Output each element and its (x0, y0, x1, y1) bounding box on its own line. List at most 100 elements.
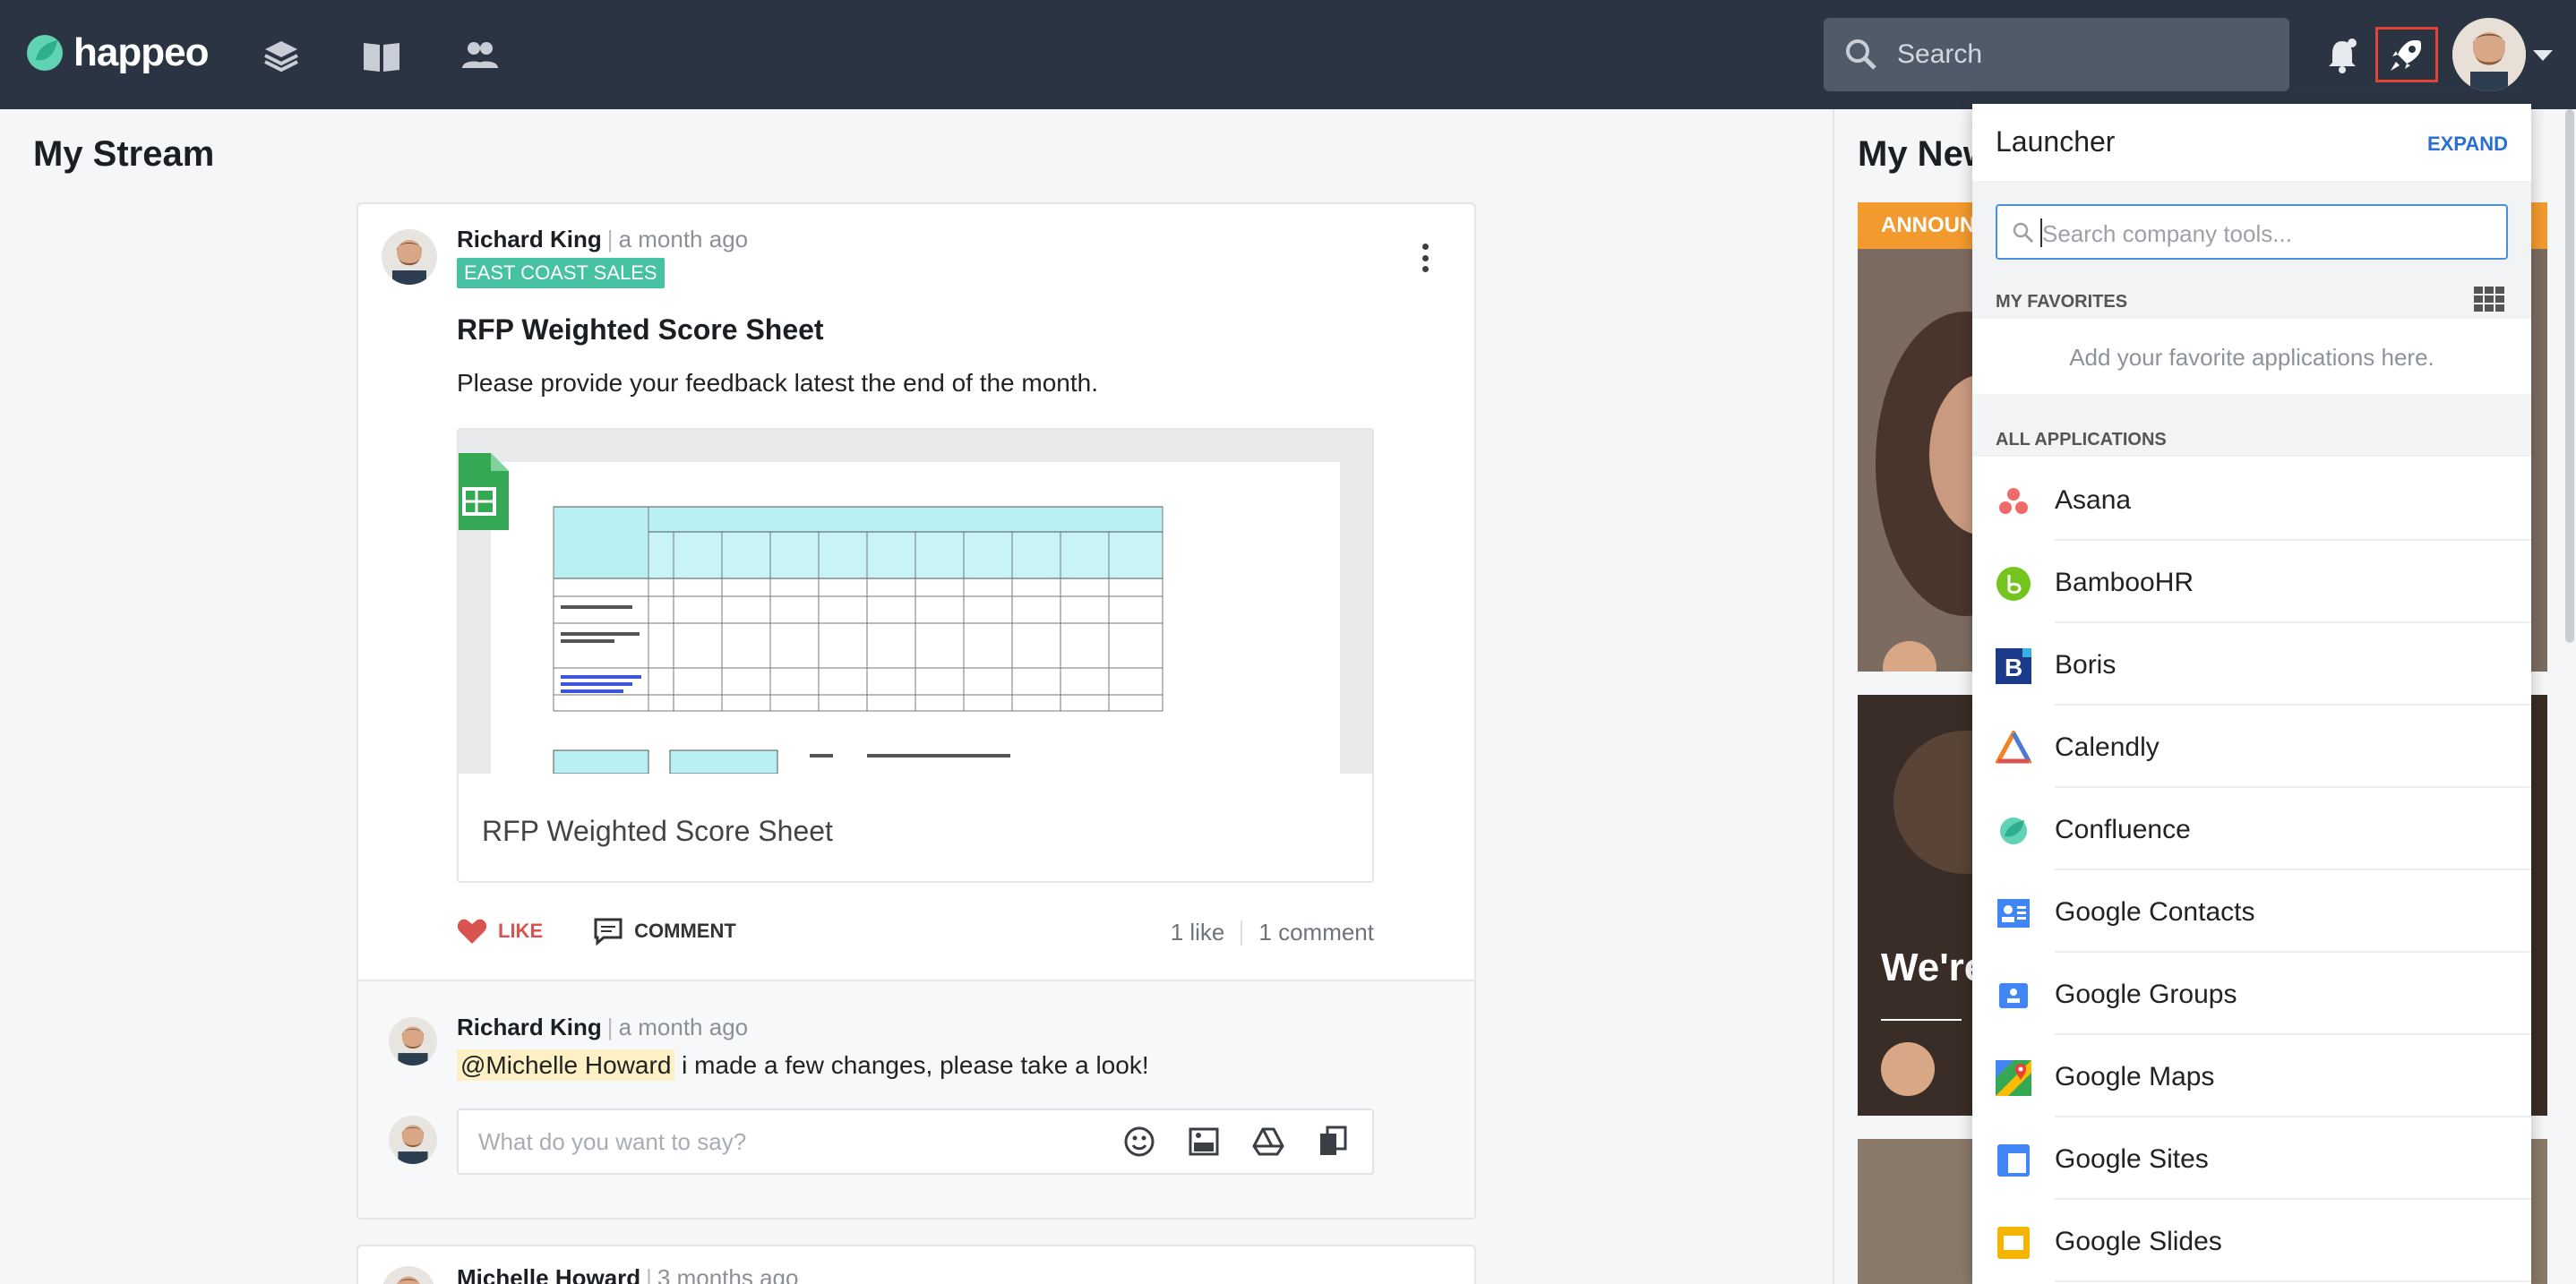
svg-text:B: B (2005, 654, 2022, 681)
user-avatar[interactable] (2452, 18, 2526, 91)
emoji-icon[interactable] (1123, 1125, 1155, 1159)
launcher-panel: Launcher EXPAND Search company tools... … (1972, 104, 2531, 1284)
comment-body: i made a few changes, please take a look… (674, 1051, 1149, 1079)
attachment-icon[interactable] (1317, 1125, 1349, 1159)
bell-icon[interactable] (2322, 34, 2363, 77)
like-label: LIKE (498, 920, 544, 942)
next-author-avatar[interactable] (382, 1266, 435, 1284)
post-title: RFP Weighted Score Sheet (457, 313, 824, 346)
favorites-label: MY FAVORITES (1996, 292, 2128, 312)
comment-author[interactable]: Richard King (457, 1014, 602, 1040)
chevron-down-icon[interactable] (2533, 50, 2553, 61)
app-name: Google Slides (2055, 1227, 2222, 1256)
app-name: Google Maps (2055, 1062, 2215, 1091)
rocket-icon (2391, 40, 2421, 71)
attachment-preview (459, 430, 1372, 775)
app-item-bamboohr[interactable]: BambooHR (1972, 541, 2531, 623)
app-name: Boris (2055, 650, 2117, 680)
calendly-icon (1996, 731, 2031, 764)
book-icon[interactable] (360, 34, 403, 77)
all-applications-header: ALL APPLICATIONS (1972, 394, 2531, 457)
expand-button[interactable]: EXPAND (2427, 133, 2508, 156)
top-bar: happeo Search (0, 0, 2576, 109)
likes-count[interactable]: 1 like (1171, 919, 1225, 946)
application-list: Asana BambooHR B Boris Calendly Confluen… (1972, 458, 2531, 1282)
comment-author-avatar[interactable] (389, 1017, 437, 1066)
my-avatar (389, 1116, 437, 1164)
comment-icon (594, 918, 623, 946)
app-item-google-contacts[interactable]: Google Contacts (1972, 870, 2531, 953)
app-item-confluence[interactable]: Confluence (1972, 788, 2531, 870)
app-item-google-groups[interactable]: Google Groups (1972, 953, 2531, 1035)
app-name: BambooHR (2055, 568, 2194, 597)
spreadsheet-thumbnail (491, 462, 1340, 775)
comment-label: COMMENT (634, 920, 736, 942)
attachment-card[interactable]: RFP Weighted Score Sheet (457, 428, 1374, 883)
leaf-logo-icon (27, 35, 63, 71)
next-post-time: 3 months ago (657, 1264, 799, 1284)
app-name: Asana (2055, 485, 2132, 515)
google-sites-icon (1997, 1144, 2030, 1177)
news-headline: We're (1881, 946, 1987, 989)
post-author[interactable]: Richard King (457, 226, 602, 253)
post-author-line: Richard King | a month ago (457, 226, 749, 253)
grid-view-icon[interactable] (2474, 287, 2504, 312)
app-item-google-slides[interactable]: Google Slides (1972, 1200, 2531, 1282)
search-icon (2013, 222, 2034, 244)
gif-icon[interactable] (1188, 1125, 1220, 1159)
google-maps-icon (1996, 1060, 2031, 1096)
search-icon (1846, 39, 1876, 70)
favorites-empty-text: Add your favorite applications here. (1972, 319, 2531, 394)
post-card: Richard King | a month ago EAST COAST SALE… (356, 202, 1476, 1220)
app-item-calendly[interactable]: Calendly (1972, 706, 2531, 788)
next-author-line: Michelle Howard | 3 months ago (457, 1264, 798, 1284)
comment-input[interactable]: What do you want to say? (457, 1109, 1374, 1175)
brand-name: happeo (73, 30, 209, 74)
comments-count[interactable]: 1 comment (1258, 919, 1374, 946)
launcher-title: Launcher (1996, 125, 2116, 158)
app-item-google-maps[interactable]: Google Maps (1972, 1035, 2531, 1117)
google-drive-icon[interactable] (1252, 1125, 1284, 1159)
launcher-search-input[interactable]: Search company tools... (1996, 204, 2508, 260)
layers-icon[interactable] (260, 34, 303, 77)
app-name: Google Sites (2055, 1144, 2209, 1174)
google-contacts-icon (1997, 899, 2030, 928)
comment-author-line: Richard King | a month ago (457, 1014, 749, 1040)
comments-section: Richard King | a month ago @Michelle Howar… (358, 980, 1474, 1218)
all-applications-label: ALL APPLICATIONS (1996, 430, 2167, 449)
app-item-asana[interactable]: Asana (1972, 458, 2531, 541)
global-search[interactable]: Search (1824, 18, 2289, 91)
happeo-logo[interactable]: happeo (25, 30, 209, 75)
comment-text: @Michelle Howard i made a few changes, p… (457, 1049, 1149, 1081)
compose-toolbar (1123, 1125, 1349, 1159)
more-options-icon[interactable] (1421, 244, 1430, 272)
launcher-search-placeholder: Search company tools... (2042, 220, 2292, 247)
like-button[interactable]: LIKE (457, 918, 543, 945)
page-title: My Stream (33, 134, 215, 174)
asana-icon (1999, 488, 2028, 514)
comment-time: a month ago (618, 1014, 749, 1040)
bamboohr-icon (1996, 567, 2031, 601)
attachment-name: RFP Weighted Score Sheet (482, 815, 833, 847)
launcher-button[interactable] (2375, 27, 2438, 82)
column-divider (1833, 109, 1834, 1284)
author-avatar[interactable] (382, 229, 437, 285)
comment-button[interactable]: COMMENT (593, 917, 736, 946)
heart-icon (457, 919, 487, 944)
scrollbar[interactable] (2565, 109, 2574, 643)
app-name: Google Contacts (2055, 897, 2255, 927)
people-icon[interactable] (459, 34, 502, 77)
search-placeholder: Search (1897, 39, 1983, 69)
next-post-author[interactable]: Michelle Howard (457, 1264, 640, 1284)
app-item-google-sites[interactable]: Google Sites (1972, 1117, 2531, 1200)
app-name: Calendly (2055, 732, 2160, 762)
app-item-boris[interactable]: B Boris (1972, 623, 2531, 706)
post-actions: LIKE COMMENT (457, 917, 736, 946)
google-sheets-icon (459, 453, 509, 530)
app-name: Confluence (2055, 815, 2191, 844)
user-mention[interactable]: @Michelle Howard (457, 1049, 675, 1081)
post-body: Please provide your feedback latest the … (457, 369, 1099, 397)
boris-icon: B (1996, 648, 2031, 684)
channel-tag[interactable]: EAST COAST SALES (457, 258, 665, 288)
google-slides-icon (1997, 1227, 2030, 1259)
